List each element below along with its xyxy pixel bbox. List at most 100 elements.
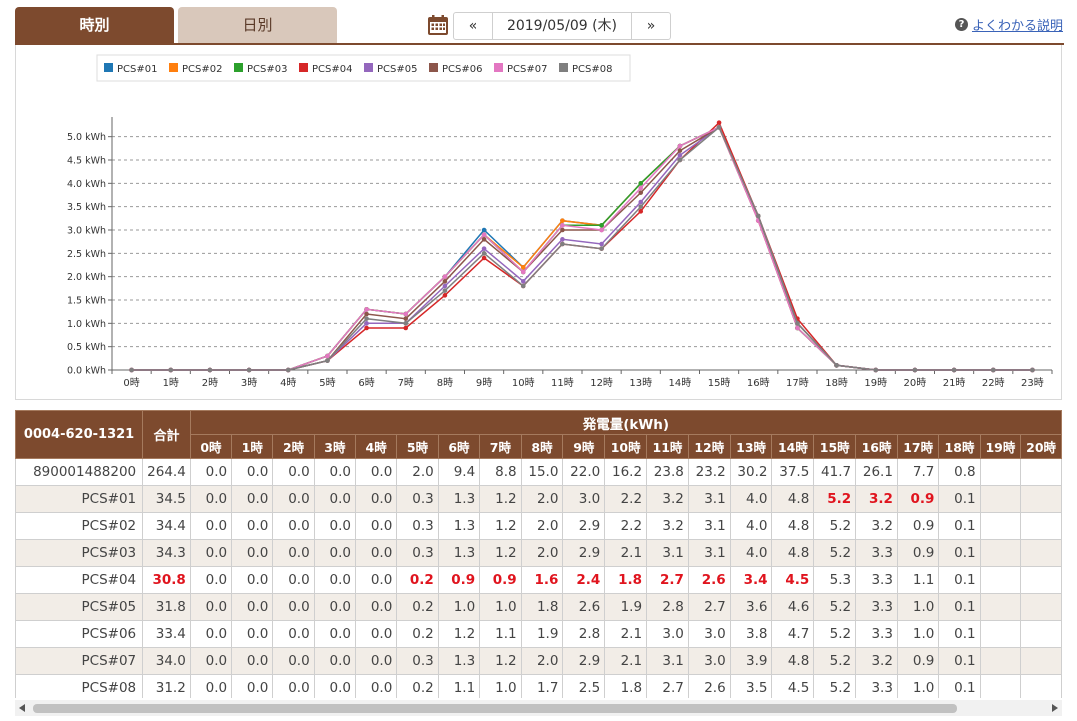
generation-table: 0004-620-1321 合計 発電量(kWh) 0時 1時 2時 3時 4時 5時 6時… (15, 410, 1062, 698)
data-point (716, 120, 722, 125)
legend-label: PCS#07 (507, 64, 547, 75)
table-cell: 2.7 (687, 593, 731, 621)
table-cell: 0.8 (938, 458, 981, 486)
table-cell: 2.4 (562, 566, 606, 594)
table-cell: 2.0 (520, 539, 564, 567)
data-point (638, 181, 644, 186)
table-cell: 0.1 (938, 593, 981, 621)
table-cell: 2.2 (604, 485, 648, 513)
hour-header: 20時 (1020, 434, 1062, 459)
table-cell: 0.0 (272, 539, 315, 567)
scroll-right-icon[interactable] (1052, 704, 1058, 712)
tab-hourly[interactable]: 時別 (15, 7, 174, 44)
row-label: PCS#06 (15, 620, 144, 648)
table-cell: 3.3 (855, 593, 898, 621)
table-cell: 3.0 (687, 647, 731, 675)
legend-label: PCS#01 (117, 64, 157, 75)
y-tick-label: 5.0 kWh (67, 132, 106, 143)
table-cell: 4.8 (771, 512, 815, 540)
table-cell: 1.2 (437, 620, 481, 648)
table-cell: 0.2 (396, 674, 439, 698)
table-cell: 0.9 (479, 566, 522, 594)
table-cell: 0.0 (313, 620, 357, 648)
x-tick-label: 22時 (982, 377, 1005, 389)
data-point (520, 269, 526, 275)
table-cell: 1.1 (479, 620, 522, 648)
y-tick-label: 3.0 kWh (67, 226, 106, 237)
table-cell: 1.9 (604, 593, 648, 621)
row-total: 33.4 (142, 620, 191, 648)
x-tick-label: 20時 (904, 377, 927, 389)
legend-swatch (559, 63, 568, 72)
table-cell: 2.8 (646, 593, 689, 621)
series-line (131, 126, 1033, 371)
table-cell: 2.9 (562, 512, 606, 540)
table-row: PCS#02 34.4 0.0 0.0 0.0 0.0 0.0 0.3 1.3 1.2 2.0 2.9… (15, 512, 1062, 540)
table-cell (1020, 647, 1062, 675)
hour-header: 19時 (979, 434, 1022, 459)
data-point (638, 199, 644, 205)
table-cell: 2.0 (520, 647, 564, 675)
data-point (560, 237, 565, 242)
table-cell (979, 566, 1022, 594)
calendar-icon[interactable] (427, 14, 449, 36)
table-cell: 5.2 (813, 620, 857, 648)
table-cell: 0.0 (354, 674, 398, 698)
table-cell (1020, 458, 1062, 486)
row-label: PCS#05 (15, 593, 144, 621)
table-cell: 1.0 (437, 593, 481, 621)
tab-daily[interactable]: 日別 (178, 7, 337, 44)
table-cell: 3.3 (855, 539, 898, 567)
table-cell (979, 593, 1022, 621)
series-line (131, 126, 1033, 371)
data-point (638, 209, 644, 214)
legend-swatch (234, 63, 243, 72)
table-cell: 41.7 (813, 458, 857, 486)
x-tick-label: 13時 (629, 377, 652, 389)
table-cell: 0.0 (272, 593, 315, 621)
series-line (131, 126, 1033, 371)
table-cell: 4.0 (729, 512, 773, 540)
power-chart: 0.0 kWh 0.5 kWh 1.0 kWh 1.5 kWh 2.0 kWh 2.5 k… (67, 54, 1053, 389)
data-point (442, 293, 448, 298)
data-point (246, 367, 252, 373)
table-cell (979, 674, 1022, 698)
table-row: PCS#08 31.2 0.0 0.0 0.0 0.0 0.0 0.2 1.1 1.0 1.7 2.5… (15, 674, 1062, 698)
table-cell: 0.0 (354, 566, 398, 594)
table-cell: 1.3 (437, 512, 481, 540)
hour-header: 6時 (437, 434, 481, 459)
scroll-left-icon[interactable] (19, 704, 25, 712)
table-cell: 30.2 (729, 458, 773, 486)
scroll-thumb[interactable] (33, 704, 957, 713)
table-cell: 2.7 (646, 674, 689, 698)
table-cell: 3.0 (646, 620, 689, 648)
table-cell: 0.0 (189, 674, 233, 698)
next-day-button[interactable]: » (632, 13, 670, 39)
table-cell: 1.0 (896, 674, 940, 698)
x-tick-label: 1時 (163, 377, 179, 389)
table-row: 890001488200 264.4 0.0 0.0 0.0 0.0 0.0 2.0 9.4 8.… (15, 458, 1062, 486)
table-cell: 3.3 (855, 620, 898, 648)
table-cell: 0.0 (272, 674, 315, 698)
horizontal-scrollbar[interactable] (15, 700, 1062, 716)
table-cell: 1.2 (479, 512, 522, 540)
device-id-header: 0004-620-1321 (15, 410, 144, 459)
total-header: 合計 (142, 410, 191, 459)
y-tick-label: 4.5 kWh (67, 156, 106, 167)
table-cell: 0.0 (354, 593, 398, 621)
table-cell: 0.0 (272, 485, 315, 513)
table-cell: 2.0 (396, 458, 439, 486)
table-cell: 1.0 (479, 674, 522, 698)
table-cell: 3.1 (687, 512, 731, 540)
data-point (129, 367, 134, 373)
table-cell (1020, 539, 1062, 567)
data-point (599, 223, 604, 228)
help-link[interactable]: よくわかる説明 (972, 15, 1063, 34)
table-cell: 0.0 (231, 566, 274, 594)
y-tick-label: 1.0 kWh (67, 319, 106, 330)
table-cell: 0.9 (437, 566, 481, 594)
prev-day-button[interactable]: « (454, 13, 492, 39)
table-cell: 0.0 (272, 620, 315, 648)
data-point (1030, 367, 1035, 373)
table-cell: 26.1 (855, 458, 898, 486)
